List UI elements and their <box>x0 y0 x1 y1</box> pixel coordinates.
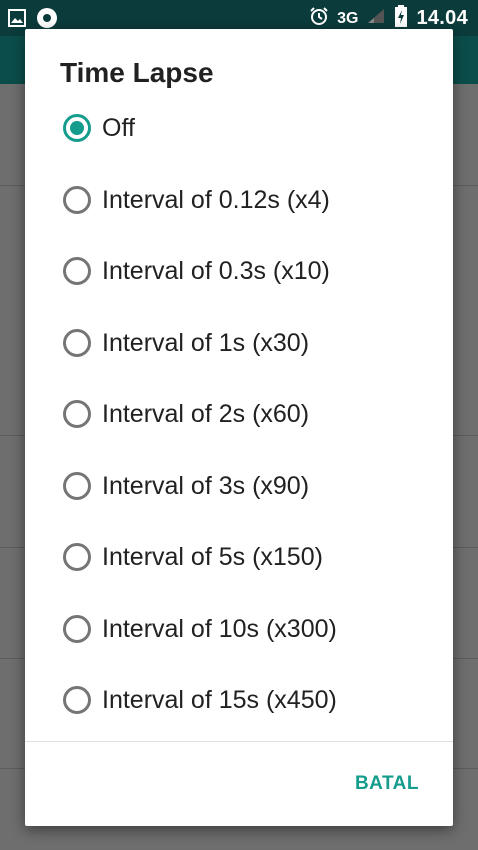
radio-button-checked[interactable] <box>63 114 91 142</box>
radio-button[interactable] <box>63 472 91 500</box>
radio-button[interactable] <box>63 543 91 571</box>
option-label: Off <box>102 113 135 142</box>
radio-button[interactable] <box>63 257 91 285</box>
radio-button[interactable] <box>63 615 91 643</box>
option-interval-3s[interactable]: Interval of 3s (x90) <box>25 456 453 516</box>
dialog-title: Time Lapse <box>60 57 214 88</box>
alarm-icon <box>309 6 329 31</box>
signal-icon <box>366 7 386 30</box>
option-off[interactable]: Off <box>25 98 453 158</box>
option-label: Interval of 0.3s (x10) <box>102 256 330 285</box>
image-notification-icon <box>8 9 26 32</box>
option-interval-15s[interactable]: Interval of 15s (x450) <box>25 670 453 730</box>
option-label: Interval of 15s (x450) <box>102 685 337 714</box>
option-interval-0-3s[interactable]: Interval of 0.3s (x10) <box>25 241 453 301</box>
radio-button[interactable] <box>63 400 91 428</box>
option-label: Interval of 10s (x300) <box>102 614 337 643</box>
option-interval-1s[interactable]: Interval of 1s (x30) <box>25 313 453 373</box>
battery-charging-icon <box>394 5 408 32</box>
option-interval-10s[interactable]: Interval of 10s (x300) <box>25 599 453 659</box>
option-label: Interval of 2s (x60) <box>102 399 310 428</box>
clock: 14.04 <box>416 7 468 29</box>
option-label: Interval of 3s (x90) <box>102 471 310 500</box>
option-label: Interval of 1s (x30) <box>102 328 310 357</box>
network-type: 3G <box>337 9 359 27</box>
option-interval-5s[interactable]: Interval of 5s (x150) <box>25 527 453 587</box>
radio-button[interactable] <box>63 686 91 714</box>
option-interval-0-12s[interactable]: Interval of 0.12s (x4) <box>25 170 453 230</box>
option-label: Interval of 5s (x150) <box>102 542 323 571</box>
cancel-button[interactable]: BATAL <box>355 773 419 795</box>
radio-button[interactable] <box>63 186 91 214</box>
radio-button[interactable] <box>63 329 91 357</box>
option-label: Interval of 0.12s (x4) <box>102 185 330 214</box>
time-lapse-dialog: Time Lapse Off Interval of 0.12s (x4) In… <box>25 29 453 826</box>
option-interval-2s[interactable]: Interval of 2s (x60) <box>25 384 453 444</box>
dialog-footer-divider <box>25 741 453 742</box>
